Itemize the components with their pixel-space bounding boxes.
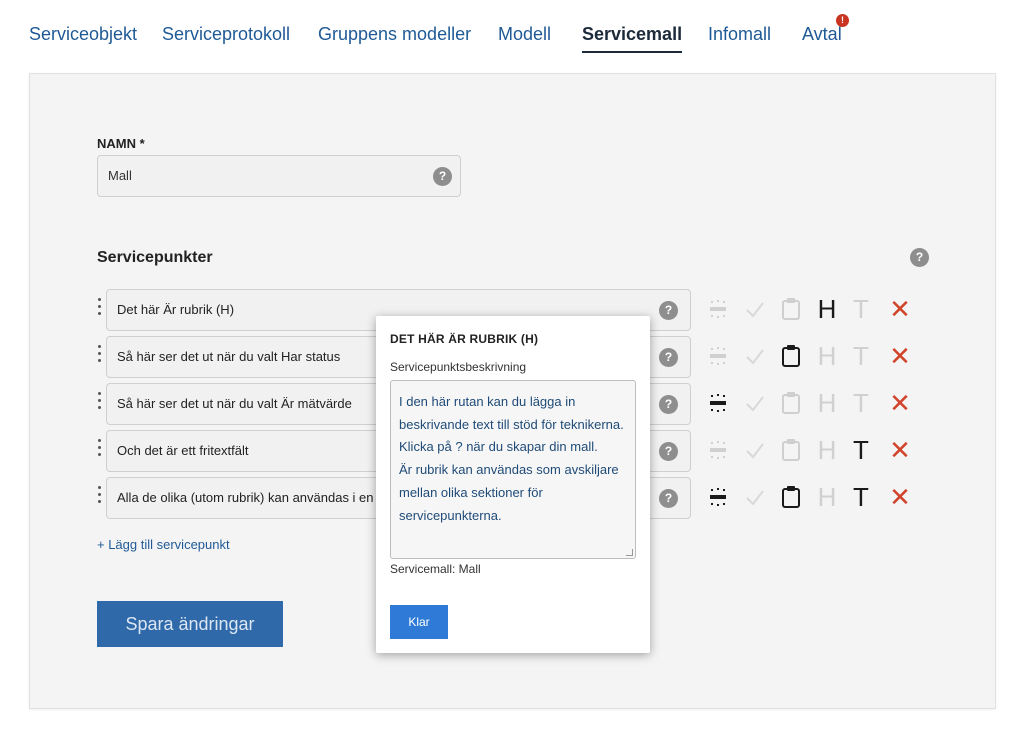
servicepunkt-text: Det här Är rubrik (H) (117, 302, 235, 317)
done-button[interactable]: Klar (390, 605, 448, 639)
drag-handle-icon[interactable] (96, 345, 102, 369)
separator-icon[interactable] (705, 343, 731, 369)
heading-icon[interactable]: H (814, 484, 840, 510)
tab-modell[interactable]: Modell (498, 24, 551, 45)
servicepunkt-text: Och det är ett fritextfält (117, 443, 249, 458)
drag-handle-icon[interactable] (96, 298, 102, 322)
top-navigation: Serviceobjekt Serviceprotokoll Gruppens … (0, 0, 1024, 62)
row-help-icon[interactable]: ? (659, 489, 678, 508)
delete-icon[interactable]: ✕ (887, 296, 913, 322)
clipboard-icon[interactable] (778, 343, 804, 369)
description-label: Servicepunktsbeskrivning (390, 360, 527, 374)
delete-icon[interactable]: ✕ (887, 343, 913, 369)
row-help-icon[interactable]: ? (659, 442, 678, 461)
heading-icon[interactable]: H (814, 437, 840, 463)
description-textarea[interactable]: I den här rutan kan du lägga in beskriva… (390, 380, 636, 559)
row-help-icon[interactable]: ? (659, 348, 678, 367)
separator-icon[interactable] (705, 437, 731, 463)
separator-icon[interactable] (705, 390, 731, 416)
clipboard-icon[interactable] (778, 437, 804, 463)
servicepunkter-help-icon[interactable]: ? (910, 248, 929, 267)
separator-icon[interactable] (705, 484, 731, 510)
drag-handle-icon[interactable] (96, 439, 102, 463)
drag-handle-icon[interactable] (96, 392, 102, 416)
delete-icon[interactable]: ✕ (887, 437, 913, 463)
text-icon[interactable]: T (848, 343, 874, 369)
resize-grip-icon[interactable] (626, 549, 633, 556)
name-help-icon[interactable]: ? (433, 167, 452, 186)
heading-icon[interactable]: H (814, 343, 840, 369)
text-icon[interactable]: T (848, 390, 874, 416)
row-help-icon[interactable]: ? (659, 395, 678, 414)
section-title-servicepunkter: Servicepunkter (97, 249, 213, 266)
description-modal: DET HÄR ÄR RUBRIK (H) Servicepunktsbeskr… (376, 316, 650, 653)
heading-icon[interactable]: H (814, 390, 840, 416)
check-icon[interactable] (742, 437, 768, 463)
add-servicepunkt-link[interactable]: + Lägg till servicepunkt (97, 537, 230, 552)
tab-serviceobjekt[interactable]: Serviceobjekt (29, 24, 137, 45)
text-icon[interactable]: T (848, 437, 874, 463)
check-icon[interactable] (742, 390, 768, 416)
delete-icon[interactable]: ✕ (887, 484, 913, 510)
save-button[interactable]: Spara ändringar (97, 601, 283, 647)
separator-icon[interactable] (705, 296, 731, 322)
name-input[interactable]: Mall (97, 155, 461, 197)
heading-icon[interactable]: H (814, 296, 840, 322)
row-help-icon[interactable]: ? (659, 301, 678, 320)
clipboard-icon[interactable] (778, 296, 804, 322)
delete-icon[interactable]: ✕ (887, 390, 913, 416)
tab-serviceprotokoll[interactable]: Serviceprotokoll (162, 24, 290, 45)
name-label: NAMN * (97, 136, 145, 151)
check-icon[interactable] (742, 296, 768, 322)
clipboard-icon[interactable] (778, 484, 804, 510)
tab-servicemall[interactable]: Servicemall (582, 24, 683, 53)
text-icon[interactable]: T (848, 296, 874, 322)
drag-handle-icon[interactable] (96, 486, 102, 510)
text-icon[interactable]: T (848, 484, 874, 510)
alert-badge-icon: ! (836, 14, 849, 27)
tab-gruppens-modeller[interactable]: Gruppens modeller (318, 24, 471, 45)
servicepunkt-text: Alla de olika (utom rubrik) kan användas… (117, 490, 374, 505)
clipboard-icon[interactable] (778, 390, 804, 416)
modal-footer-text: Servicemall: Mall (390, 562, 481, 576)
check-icon[interactable] (742, 484, 768, 510)
tab-infomall[interactable]: Infomall (708, 24, 771, 45)
modal-title: DET HÄR ÄR RUBRIK (H) (390, 332, 539, 346)
check-icon[interactable] (742, 343, 768, 369)
servicepunkt-text: Så här ser det ut när du valt Har status (117, 349, 341, 364)
tab-avtal[interactable]: Avtal (802, 24, 842, 45)
servicepunkt-text: Så här ser det ut när du valt Är mätvärd… (117, 396, 352, 411)
